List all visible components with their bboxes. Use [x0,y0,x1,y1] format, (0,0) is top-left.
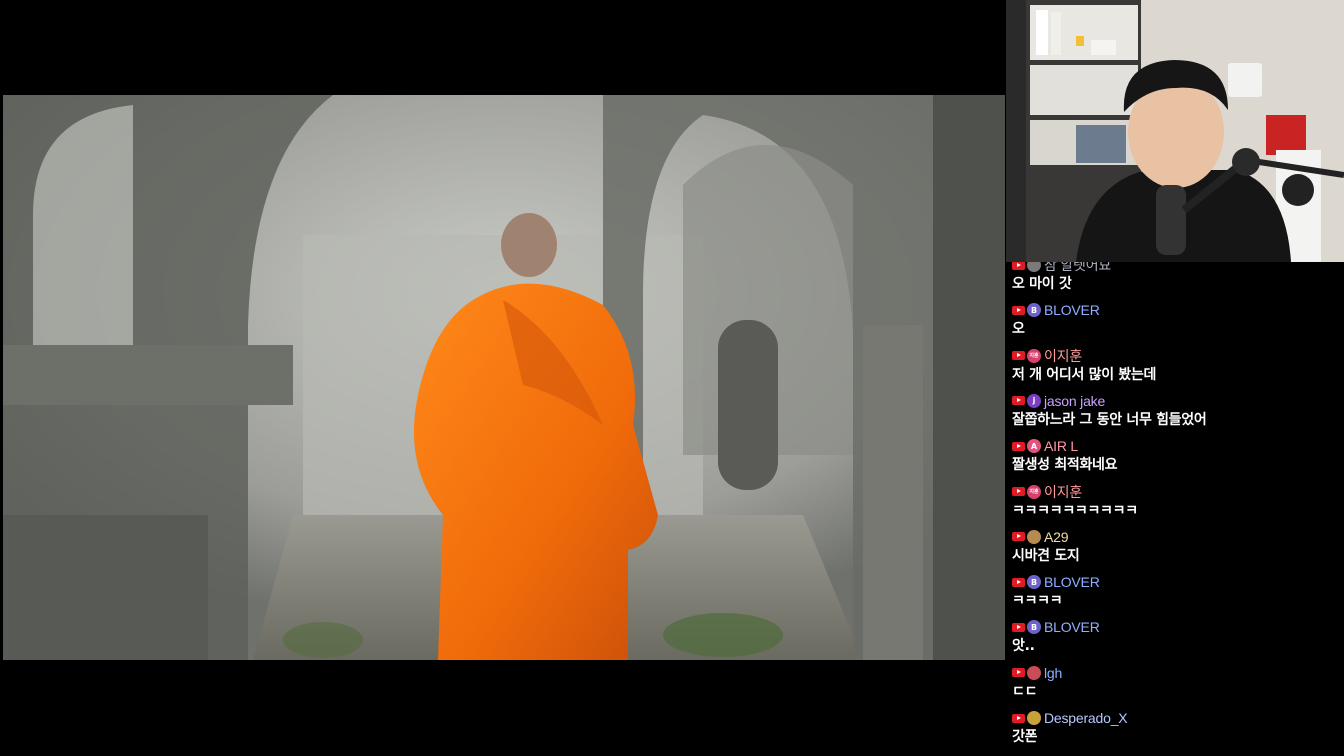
avatar: j [1027,393,1041,408]
youtube-icon [1012,262,1025,270]
chat-author-name[interactable]: A29 [1044,529,1069,545]
youtube-icon [1012,396,1025,406]
webcam-feed [1006,0,1344,262]
chat-message: A29 시바견 도지 [1012,527,1342,565]
youtube-icon [1012,305,1025,315]
youtube-icon [1012,441,1025,451]
chat-message-text: ㅋㅋㅋㅋㅋㅋㅋㅋㅋㅋ [1012,502,1138,519]
chat-message-header: A AIR L [1012,436,1342,456]
youtube-icon [1012,668,1025,678]
video-player[interactable] [3,95,1005,660]
chat-message: j jason jake 잘쫍하느라 그 동안 너무 힘들었어 [1012,391,1342,429]
youtube-icon [1012,577,1025,587]
avatar: A [1027,439,1041,454]
chat-message: lgh ㄷㄷ [1012,663,1342,701]
live-chat: 잠 알렛어묘 오 마이 갓 B BLOVER 오 지훈 이지훈 저 개 어디서 많이 봤는데 j… [1012,262,1344,756]
chat-message-text: ㅋㅋㅋㅋ [1012,593,1063,610]
chat-message-header: 잠 알렛어묘 [1012,262,1342,275]
youtube-icon [1012,713,1025,723]
chat-message: 지훈 이지훈 저 개 어디서 많이 봤는데 [1012,346,1342,384]
avatar: B [1027,303,1041,318]
avatar [1027,711,1041,725]
chat-author-name[interactable]: jason jake [1044,393,1105,409]
youtube-icon [1012,532,1025,542]
avatar [1027,665,1041,680]
chat-author-name[interactable]: AIR L [1044,438,1078,454]
chat-message-text: 오 마이 갓 [1012,276,1072,292]
chat-message: Desperado_X 갓폰 [1012,708,1342,746]
avatar: B [1027,620,1041,635]
chat-author-name[interactable]: BLOVER [1044,302,1100,318]
chat-message: 지훈 이지훈 ㅋㅋㅋㅋㅋㅋㅋㅋㅋㅋ [1012,482,1342,520]
chat-message-header: j jason jake [1012,391,1342,411]
chat-message: B BLOVER ㅋㅋㅋㅋ [1012,572,1342,610]
avatar [1027,529,1041,544]
chat-message-header: B BLOVER [1012,572,1342,592]
chat-author-name[interactable]: 잠 알렛어묘 [1044,262,1111,275]
chat-message-header: 지훈 이지훈 [1012,346,1342,366]
chat-message-text: 앗.. [1012,638,1035,655]
youtube-icon [1012,487,1025,496]
chat-message-header: Desperado_X [1012,708,1342,728]
chat-message-text: 갓폰 [1012,729,1038,745]
chat-message-text: 저 개 어디서 많이 봤는데 [1012,366,1157,383]
chat-author-name[interactable]: BLOVER [1044,574,1100,590]
chat-message-text: 잘쫍하느라 그 동안 너무 힘들었어 [1012,411,1207,428]
chat-message: 잠 알렛어묘 오 마이 갓 [1012,262,1342,293]
youtube-icon [1012,351,1025,361]
video-frame-foggy-monk-scene [3,95,1005,660]
chat-message-header: 지훈 이지훈 [1012,482,1342,502]
chat-message-header: A29 [1012,527,1342,547]
chat-message: A AIR L 짤생성 최적화네요 [1012,436,1342,474]
chat-message-header: B BLOVER [1012,300,1342,320]
chat-message-text: ㄷㄷ [1012,683,1038,700]
chat-message-text: 오 [1012,321,1025,338]
chat-author-name[interactable]: 이지훈 [1044,346,1082,366]
avatar [1027,262,1041,272]
chat-message: B BLOVER 오 [1012,300,1342,338]
avatar: 지훈 [1027,348,1041,363]
chat-message-header: B BLOVER [1012,617,1342,637]
chat-message: B BLOVER 앗.. [1012,617,1342,655]
avatar: B [1027,575,1041,590]
chat-author-name[interactable]: Desperado_X [1044,710,1128,726]
chat-message-text: 시바견 도지 [1012,547,1080,564]
youtube-icon [1012,622,1025,632]
streamer-webcam-image [1006,0,1344,262]
chat-author-name[interactable]: 이지훈 [1044,482,1082,502]
chat-author-name[interactable]: BLOVER [1044,619,1100,635]
avatar: 지훈 [1027,484,1041,499]
chat-message-header: lgh [1012,663,1342,683]
chat-author-name[interactable]: lgh [1044,665,1062,681]
chat-message-text: 짤생성 최적화네요 [1012,457,1118,474]
